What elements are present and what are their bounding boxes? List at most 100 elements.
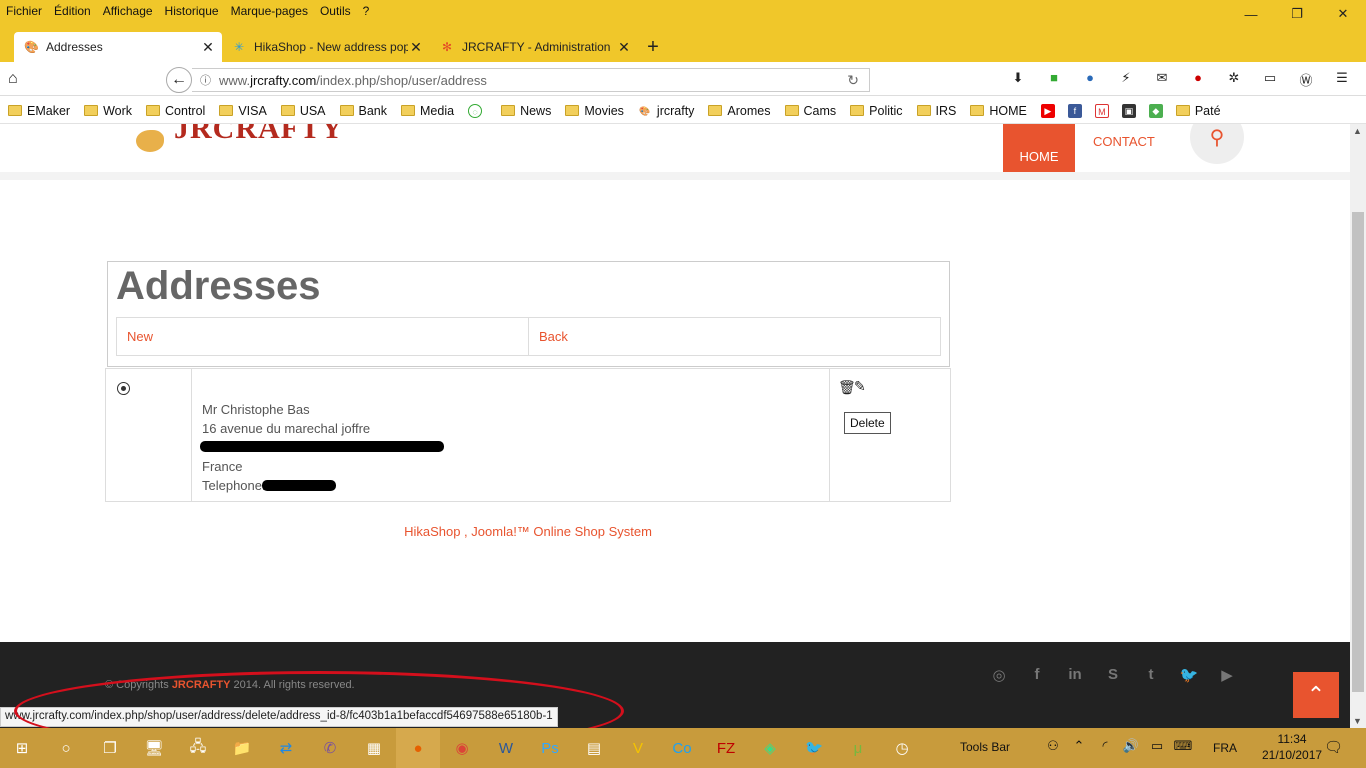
menu-affichage[interactable]: Affichage [103, 4, 153, 18]
close-tab-icon[interactable]: ✕ [616, 39, 632, 56]
android-icon[interactable]: ◈ [748, 728, 792, 768]
bookmark-media[interactable]: Media [401, 104, 454, 118]
scroll-up-icon[interactable]: ▲ [1353, 126, 1362, 136]
twitter-icon[interactable]: 🐦 [792, 728, 836, 768]
bookmark-gmail[interactable]: M [1094, 103, 1114, 118]
search-icon[interactable]: ⚲ [1190, 124, 1244, 164]
menu-marque-pages[interactable]: Marque-pages [231, 4, 308, 18]
site-logo[interactable]: JRCRAFTY [136, 124, 344, 158]
battery-icon[interactable]: ▭ [1144, 738, 1170, 754]
bookmark-movies[interactable]: Movies [565, 104, 624, 118]
word-icon[interactable]: W [484, 728, 528, 768]
wifi-icon[interactable]: ◜ [1092, 738, 1118, 754]
facebook-icon[interactable]: f [1018, 666, 1056, 684]
firefox-icon[interactable]: ● [396, 728, 440, 768]
cortana-icon[interactable]: ○ [44, 728, 88, 768]
default-address-radio[interactable] [117, 382, 130, 395]
scroll-down-icon[interactable]: ▼ [1353, 716, 1362, 726]
filezilla-icon[interactable]: FZ [704, 728, 748, 768]
bookmark-bank[interactable]: Bank [339, 104, 387, 118]
file-explorer-icon[interactable]: 📁 [220, 728, 264, 768]
info-icon[interactable]: ⓘ [200, 72, 211, 88]
twitter-icon[interactable]: 🐦 [1170, 666, 1208, 684]
adblock-icon[interactable]: ● [1180, 70, 1216, 89]
bookmark-cams[interactable]: Cams [784, 104, 836, 118]
restore-button[interactable]: ❐ [1274, 0, 1320, 28]
rt-icon[interactable]: ■ [1036, 70, 1072, 89]
linkedin-icon[interactable]: in [1056, 666, 1094, 684]
bookmark-emaker[interactable]: EMaker [8, 104, 70, 118]
calculator-icon[interactable]: ▦ [352, 728, 396, 768]
menu-outils[interactable]: Outils [320, 4, 351, 18]
dribbble-icon[interactable]: ◎ [980, 666, 1018, 684]
scrollbar-thumb[interactable] [1352, 212, 1364, 692]
task-view-icon[interactable]: ❐ [88, 728, 132, 768]
close-window-button[interactable]: ✕ [1320, 0, 1366, 28]
bookmark-irs[interactable]: IRS [916, 104, 956, 118]
windows-start-icon[interactable]: ⊞ [0, 728, 44, 768]
teamviewer-icon[interactable]: ⇄ [264, 728, 308, 768]
bookmark-pate[interactable]: Paté [1175, 104, 1221, 118]
language-indicator[interactable]: FRA [1213, 741, 1237, 755]
minimize-button[interactable]: — [1228, 0, 1274, 28]
volume-icon[interactable]: 🔊 [1118, 738, 1144, 754]
tab-jrcrafty-admin[interactable]: ✻ JRCRAFTY - Administration ✕ [430, 32, 638, 62]
menu-help[interactable]: ? [363, 4, 370, 18]
bookmark-usa[interactable]: USA [280, 104, 326, 118]
tools-bar-label[interactable]: Tools Bar [960, 740, 1010, 754]
network-icon[interactable]: 🖧 [176, 728, 220, 768]
bookmark-youtube[interactable]: ▶ [1040, 103, 1060, 118]
youtube-icon[interactable]: ▶ [1208, 666, 1246, 684]
media-icon[interactable]: ● [1072, 70, 1108, 89]
back-button[interactable]: ← [166, 67, 192, 93]
skype-icon[interactable]: S [1094, 666, 1132, 684]
bookmark-work[interactable]: Work [84, 104, 132, 118]
close-tab-icon[interactable]: ✕ [408, 39, 424, 56]
nav-contact[interactable]: CONTACT [1093, 134, 1155, 149]
bookmark-news[interactable]: News [501, 104, 551, 118]
wordpress-icon[interactable]: Ⓦ [1288, 70, 1324, 89]
bookmark-home[interactable]: HOME [970, 104, 1027, 118]
close-tab-icon[interactable]: ✕ [200, 39, 216, 56]
menu-historique[interactable]: Historique [165, 4, 219, 18]
viber-icon[interactable]: ✆ [308, 728, 352, 768]
bookmark-shop[interactable]: ▣ [1121, 103, 1141, 118]
pencil-icon[interactable]: ✎ [854, 378, 866, 395]
back-link[interactable]: Back [529, 318, 940, 355]
hamburger-menu-icon[interactable]: ☰ [1324, 70, 1360, 89]
clock-app-icon[interactable]: ◷ [880, 728, 924, 768]
powered-by-link[interactable]: HikaShop , Joomla!™ Online Shop System [0, 524, 1056, 539]
page-scrollbar[interactable]: ▲ ▼ [1350, 124, 1366, 728]
mail-icon[interactable]: ✉ [1144, 70, 1180, 89]
bookmark-facebook[interactable]: f [1067, 103, 1087, 118]
tumblr-icon[interactable]: t [1132, 666, 1170, 684]
bookmark-maps[interactable]: ◆ [1148, 103, 1168, 118]
address-bar[interactable]: ⓘ www. jrcrafty.com/index.php/shop/user/a… [192, 68, 870, 92]
menu-fichier[interactable]: Fichier [6, 4, 42, 18]
scroll-to-top-button[interactable]: ⌃ [1293, 672, 1339, 718]
taskbar-clock[interactable]: 11:34 21/10/2017 [1262, 731, 1322, 763]
download-icon[interactable]: ⬇ [1000, 70, 1036, 89]
new-address-button[interactable]: New [117, 318, 529, 355]
computer-icon[interactable]: 🖥 [132, 728, 176, 768]
reload-icon[interactable]: ↻ [847, 72, 859, 89]
bookmark-control[interactable]: Control [146, 104, 205, 118]
utorrent-icon[interactable]: μ [836, 728, 880, 768]
co-app-icon[interactable]: Co [660, 728, 704, 768]
extension-icon[interactable]: ✲ [1216, 70, 1252, 89]
people-icon[interactable]: ⚇ [1040, 738, 1066, 754]
bookmark-site-icon[interactable]: ◌ [468, 103, 487, 118]
bookmark-jrcrafty[interactable]: 🎨 jrcrafty [638, 104, 694, 118]
sidebar-icon[interactable]: ▭ [1252, 70, 1288, 89]
tab-addresses[interactable]: 🎨 Addresses ✕ [14, 32, 222, 62]
menu-edition[interactable]: Édition [54, 4, 91, 18]
tab-hikashop[interactable]: ✳ HikaShop - New address pop ✕ [222, 32, 430, 62]
chrome-icon[interactable]: ◉ [440, 728, 484, 768]
bookmark-visa[interactable]: VISA [219, 104, 267, 118]
notification-icon[interactable]: 🗨 [1324, 738, 1343, 756]
image-viewer-icon[interactable]: ▤ [572, 728, 616, 768]
chevron-up-icon[interactable]: ⌃ [1066, 738, 1092, 754]
bookmark-aromes[interactable]: Aromes [708, 104, 771, 118]
tornado-icon[interactable]: ⚡ [1108, 70, 1144, 89]
photoshop-icon[interactable]: Ps [528, 728, 572, 768]
